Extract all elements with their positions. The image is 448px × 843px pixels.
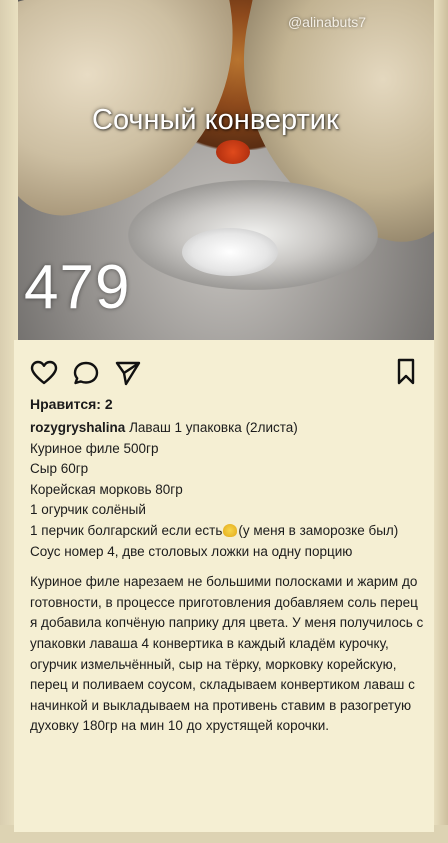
bookmark-icon[interactable] [396,358,416,391]
recipe-number: 479 [24,253,131,322]
post-photo: @alinabuts7 Сочный конвертик 479 [18,0,434,340]
caption-line: Лаваш 1 упаковка (2листа) [129,420,298,435]
action-bar [30,358,142,388]
caption-line: 1 перчик болгарский если есть [30,522,223,538]
photo-watermark: @alinabuts7 [287,14,366,30]
caption-line: (у меня в заморозке был) [238,522,399,538]
caption-method: Куриное филе нарезаем не большими полоск… [30,574,424,734]
likes-count[interactable]: Нравится: 2 [30,396,113,412]
caption-line: Соус номер 4, две столовых ложки на одну… [30,543,353,559]
heart-icon[interactable] [30,360,58,386]
frame-right [434,0,448,843]
post-panel: Нравится: 2 rozygryshalina Лаваш 1 упако… [14,340,434,832]
author-username[interactable]: rozygryshalina [30,420,125,435]
ketchup-graphic [216,140,250,164]
post-caption: rozygryshalina Лаваш 1 упаковка (2листа)… [30,418,425,737]
caption-line: Сыр 60гр [30,461,89,477]
photo-title: Сочный конвертик [92,104,339,136]
send-icon[interactable] [114,360,142,386]
comment-icon[interactable] [72,360,100,386]
caption-line: Корейская морковь 80гр [30,481,183,497]
caption-line: Куриное филе 500гр [30,440,159,456]
caption-line: 1 огурчик солёный [30,502,146,518]
hands-emoji-icon [223,523,238,537]
plate-light-graphic [182,228,278,276]
